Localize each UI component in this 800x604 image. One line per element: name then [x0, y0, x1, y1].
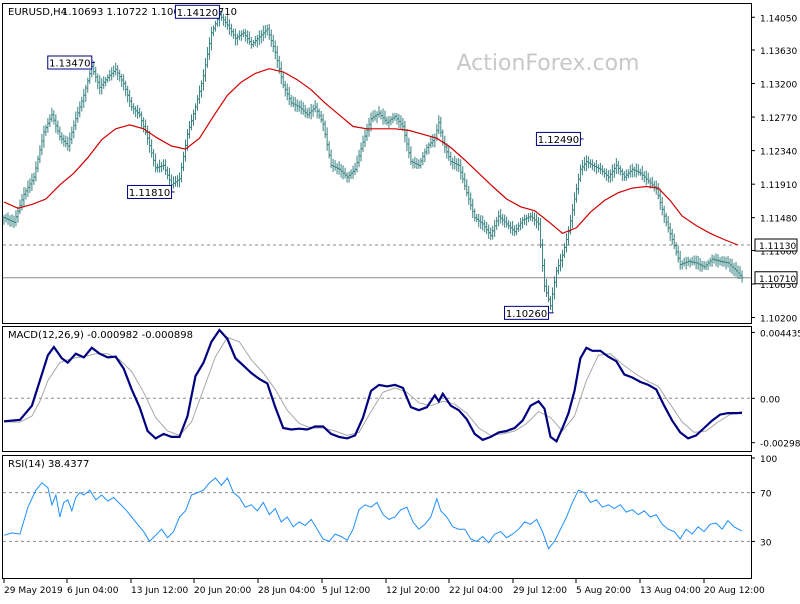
price-y-tick-label: 1.12340: [760, 148, 797, 158]
x-tick-label: 29 Jul 12:00: [513, 586, 567, 596]
price-y-tick-label: 1.11910: [760, 181, 797, 191]
macd-y-tick-label: -0.002988: [760, 440, 800, 450]
price-y-tick-label: 1.13200: [760, 81, 797, 91]
rsi-y-tick-label: 100: [760, 455, 777, 465]
x-tick-label: 22 Jul 04:00: [449, 586, 503, 596]
price-y-tick-label: 1.12770: [760, 114, 797, 124]
rsi-label: RSI(14) 38.4377: [8, 459, 89, 470]
price-level-badge: 1.10710: [754, 271, 798, 285]
macd-y-tick-label: 0.00: [760, 395, 780, 405]
price-callout: 1.12490: [535, 131, 584, 146]
chart-container: ActionForex.com EURUSD,H4 1.10693 1.1072…: [0, 0, 800, 600]
x-tick-label: 12 Jul 20:00: [386, 586, 440, 596]
price-callout-label: 1.12490: [538, 135, 579, 146]
price-callout: 1.11810: [127, 184, 175, 199]
price-callout: 1.14120: [174, 4, 223, 19]
x-tick-label: 13 Aug 04:00: [640, 586, 701, 596]
chart-symbol-label: EURUSD,H4: [8, 7, 67, 18]
chart-background: [0, 0, 800, 600]
price-callout-label: 1.14120: [177, 8, 218, 19]
watermark: ActionForex.com: [457, 51, 640, 76]
x-tick-label: 5 Aug 20:00: [576, 586, 631, 596]
price-level-badge: 1.11130: [754, 238, 798, 252]
price-callout-label: 1.13470: [49, 58, 90, 69]
x-tick-label: 20 Aug 12:00: [704, 586, 765, 596]
price-level-badge-label: 1.11130: [759, 242, 796, 252]
price-callout: 1.13470: [47, 55, 95, 70]
x-tick-label: 20 Jun 20:00: [194, 586, 251, 596]
x-tick-label: 13 Jun 12:00: [131, 586, 188, 596]
price-level-badge-label: 1.10710: [759, 275, 796, 285]
price-y-tick-label: 1.14050: [760, 14, 797, 24]
rsi-y-tick-label: 70: [760, 490, 772, 500]
price-y-tick-label: 1.10200: [760, 315, 797, 325]
x-tick-label: 6 Jun 04:00: [67, 586, 119, 596]
x-tick-label: 29 May 2019: [4, 586, 63, 596]
price-callout-label: 1.11810: [129, 188, 170, 199]
price-callout: 1.10260: [504, 305, 554, 320]
macd-label: MACD(12,26,9) -0.000982 -0.000898: [8, 330, 193, 341]
chart-canvas: ActionForex.com EURUSD,H4 1.10693 1.1072…: [0, 0, 800, 600]
x-tick-label: 28 Jun 04:00: [258, 586, 315, 596]
price-y-tick-label: 1.13630: [760, 47, 797, 57]
price-y-tick-label: 1.11480: [760, 215, 797, 225]
rsi-y-tick-label: 30: [760, 538, 772, 548]
x-tick-label: 5 Jul 12:00: [322, 586, 371, 596]
price-callout-label: 1.10260: [506, 309, 547, 320]
macd-y-tick-label: 0.004435: [760, 329, 800, 339]
